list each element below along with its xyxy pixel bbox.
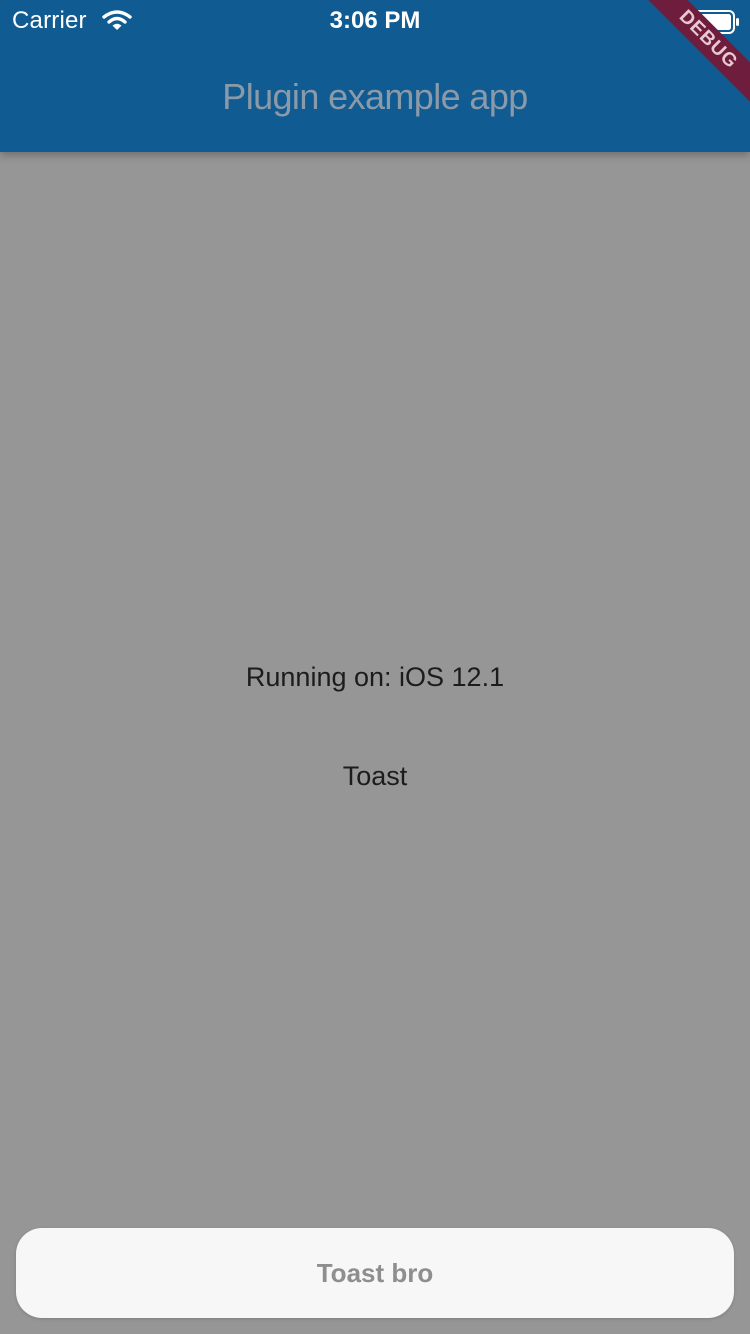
status-time: 3:06 PM — [329, 7, 421, 34]
toast-message: Toast bro — [16, 1228, 734, 1318]
app-bar: Carrier 3:06 PM Plugin example app DEBUG — [0, 0, 750, 152]
app-bar-title: Plugin example app — [222, 76, 528, 117]
status-bar: Carrier 3:06 PM — [0, 0, 750, 40]
toast-message-text: Toast bro — [316, 1258, 434, 1288]
toast-button[interactable]: Toast — [275, 752, 475, 800]
main-content: Running on: iOS 12.1 Toast — [0, 152, 750, 1334]
platform-version-text: Running on: iOS 12.1 — [245, 662, 505, 692]
